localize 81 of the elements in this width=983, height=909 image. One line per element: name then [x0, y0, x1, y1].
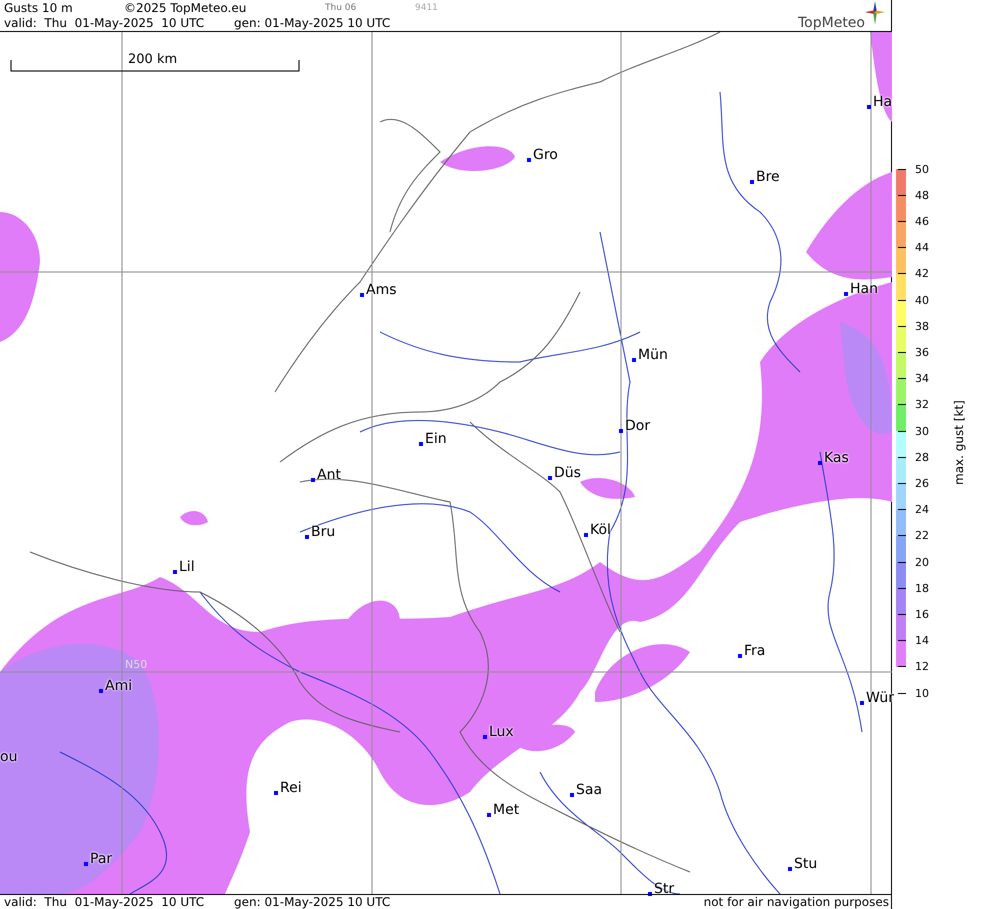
city-label: Ant — [317, 467, 341, 483]
city-marker-icon — [419, 442, 423, 446]
city-marker-icon — [548, 476, 552, 480]
scale-tick-label: 20 — [915, 556, 929, 568]
city-label: ou — [0, 749, 18, 765]
city-marker-icon — [311, 478, 315, 482]
scale-tick-label: 36 — [915, 346, 929, 359]
city-label: Met — [493, 802, 520, 818]
disclaimer-text: not for air navigation purposes — [704, 895, 889, 909]
city-label: Mün — [638, 347, 668, 363]
city-label: Kas — [824, 450, 849, 466]
city-marker-icon — [648, 892, 652, 896]
scale-tick-label: 22 — [915, 529, 929, 542]
city-label: Han — [850, 281, 878, 297]
city-label: Par — [90, 851, 112, 867]
logo-text: TopMeteo — [798, 15, 865, 31]
scale-tick-label: 16 — [915, 608, 929, 621]
city-marker-icon — [570, 793, 574, 797]
city-marker-icon — [84, 862, 88, 866]
city-label: Ha — [873, 94, 892, 110]
scale-tick-label: 18 — [915, 582, 929, 595]
scale-tick-label: 26 — [915, 476, 929, 490]
city-label: Saa — [576, 782, 602, 798]
city-marker-icon — [844, 292, 848, 296]
city-marker-icon — [483, 735, 487, 739]
city-marker-icon — [860, 701, 864, 705]
city-marker-icon — [305, 535, 309, 539]
city-marker-icon — [173, 570, 177, 574]
scale-tick-label: 48 — [915, 188, 929, 202]
valid-time-text: valid: Thu 01-May-2025 10 UTC — [4, 895, 204, 909]
copyright-text: ©2025 TopMeteo.eu — [124, 0, 246, 14]
generated-time-text: gen: 01-May-2025 10 UTC — [234, 895, 390, 909]
city-label: Fra — [744, 643, 766, 659]
city-label: Lil — [179, 559, 195, 575]
scale-tick-label: 12 — [915, 660, 929, 674]
scale-tick-label: 44 — [915, 241, 929, 254]
map-title: Gusts 10 m — [4, 0, 73, 14]
city-label: Lux — [489, 724, 514, 740]
city-marker-icon — [487, 813, 491, 817]
city-marker-icon — [738, 654, 742, 658]
scale-tick-label: 28 — [915, 450, 929, 464]
city-label: Ami — [105, 678, 132, 694]
scale-tick-label: 38 — [915, 320, 929, 333]
city-label: Bru — [311, 524, 336, 540]
city-marker-icon — [788, 867, 792, 871]
city-label: Stu — [794, 856, 818, 872]
scale-tick-label: 32 — [915, 398, 929, 412]
scale-tick-label: 30 — [915, 424, 929, 438]
city-marker-icon — [750, 180, 754, 184]
city-marker-icon — [584, 533, 588, 537]
city-label: Ams — [366, 282, 397, 298]
city-marker-icon — [632, 358, 636, 362]
generated-time-text: gen: 01-May-2025 10 UTC — [234, 16, 390, 30]
scale-tick-label: 24 — [915, 503, 929, 516]
city-marker-icon — [527, 158, 531, 162]
scale-tick-label: 34 — [915, 372, 929, 386]
city-label: Bre — [756, 169, 780, 185]
city-label: Ein — [425, 431, 447, 447]
city-marker-icon — [867, 105, 871, 109]
scale-tick-label: 50 — [915, 162, 929, 176]
city-label: Düs — [554, 465, 581, 481]
city-marker-icon — [274, 791, 278, 795]
city-label: Gro — [533, 147, 558, 163]
compass-star-icon — [865, 1, 885, 25]
scale-tick-label: 46 — [915, 214, 929, 228]
latitude-label: N50 — [125, 658, 148, 671]
valid-time-text: valid: Thu 01-May-2025 10 UTC — [4, 16, 204, 30]
scale-tick-label: 14 — [915, 634, 929, 648]
city-marker-icon — [99, 689, 103, 693]
scale-tick-label: 42 — [915, 267, 929, 280]
scale-tick-label: 10 — [915, 686, 929, 700]
city-label: Rei — [280, 780, 302, 796]
city-marker-icon — [360, 293, 364, 297]
city-marker-icon — [818, 461, 822, 465]
code-text: 9411 — [415, 2, 438, 12]
legend-title: max. gust [kt] — [952, 400, 966, 485]
scale-tick-label: 40 — [915, 294, 929, 306]
run-day-text: Thu 06 — [325, 2, 356, 12]
scale-label: 200 km — [128, 52, 178, 67]
city-label: Köl — [590, 522, 611, 538]
city-marker-icon — [619, 429, 623, 433]
